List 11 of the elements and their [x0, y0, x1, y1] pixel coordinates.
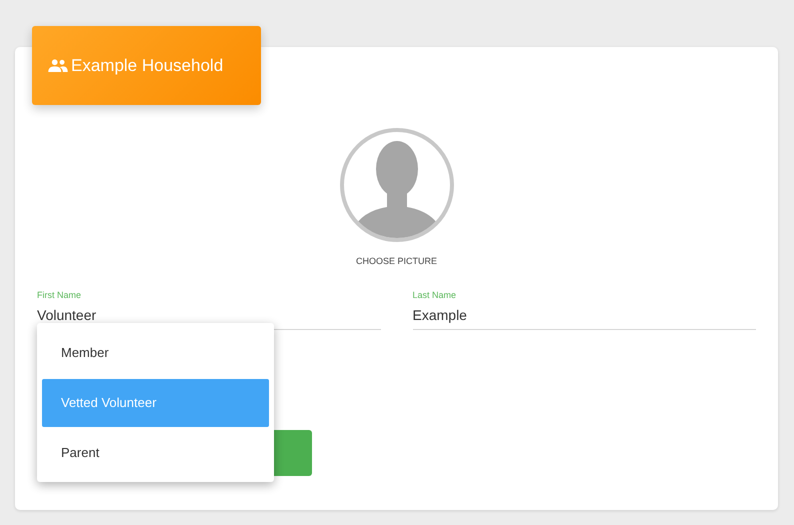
- field-label: First Name: [37, 290, 82, 300]
- field-value: Volunteer: [37, 307, 98, 323]
- field-value: Example: [412, 307, 468, 323]
- menu-item[interactable]: Parent: [42, 428, 269, 476]
- household-title: Example Household: [71, 56, 224, 76]
- people-icon: [48, 59, 68, 72]
- text-field[interactable]: Last Name Example: [412, 290, 756, 330]
- avatar-icon[interactable]: [338, 127, 454, 243]
- choose-picture-button[interactable]: CHOOSE PICTURE: [352, 254, 441, 268]
- menu-item[interactable]: Member: [42, 328, 269, 376]
- field-label: Last Name: [412, 290, 458, 300]
